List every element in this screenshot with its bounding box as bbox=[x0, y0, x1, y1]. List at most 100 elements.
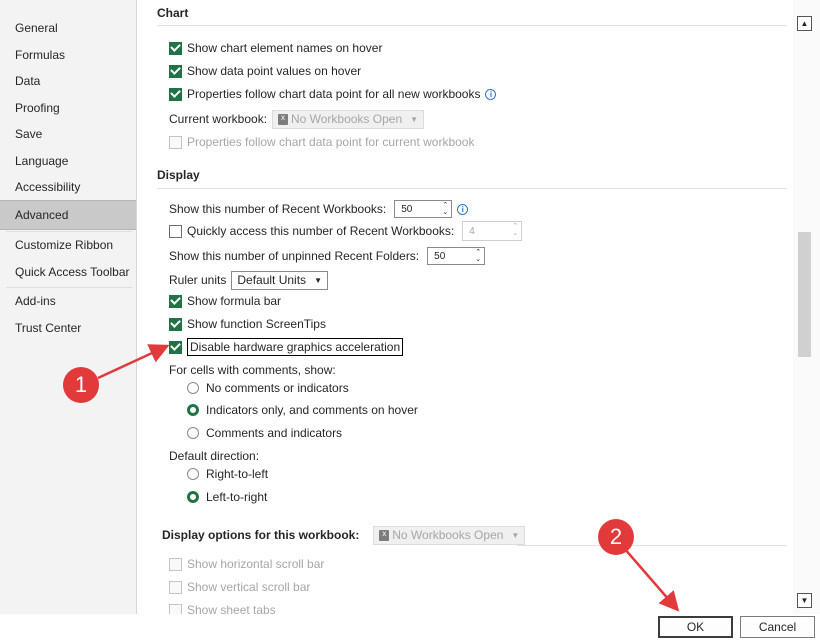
disable-hw-accel-row[interactable]: Disable hardware graphics acceleration bbox=[169, 337, 404, 357]
properties-follow-all-checkbox[interactable] bbox=[169, 87, 182, 101]
recent-workbooks-row: Show this number of Recent Workbooks: 50… bbox=[169, 199, 469, 219]
workbook-display-value: No Workbooks Open bbox=[392, 528, 504, 542]
sidebar-item-customize-ribbon[interactable]: Customize Ribbon bbox=[0, 232, 136, 258]
info-icon[interactable]: i bbox=[485, 88, 497, 100]
unpinned-folders-spinner[interactable]: 50 ⌃ ⌄ bbox=[427, 247, 486, 265]
section-divider bbox=[157, 25, 787, 26]
show-vertical-scroll-row: Show vertical scroll bar bbox=[169, 577, 310, 597]
quick-access-checkbox[interactable] bbox=[169, 224, 182, 238]
sidebar-item-general[interactable]: General bbox=[0, 15, 136, 41]
comments-option-none[interactable]: No comments or indicators bbox=[187, 378, 349, 398]
show-screentips-label: Show function ScreenTips bbox=[187, 317, 326, 331]
comments-none-radio[interactable] bbox=[187, 382, 199, 394]
current-workbook-row: Current workbook: No Workbooks Open ▼ bbox=[169, 109, 425, 129]
show-data-values-row[interactable]: Show data point values on hover bbox=[169, 61, 361, 81]
show-sheet-tabs-row: Show sheet tabs bbox=[169, 600, 276, 614]
annotation-badge-1: 1 bbox=[63, 367, 99, 403]
info-icon[interactable]: i bbox=[457, 203, 469, 215]
section-divider bbox=[517, 545, 787, 546]
unpinned-folders-row: Show this number of unpinned Recent Fold… bbox=[169, 246, 486, 266]
show-horizontal-scroll-checkbox bbox=[169, 557, 182, 571]
recent-workbooks-spinner[interactable]: 50 ⌃ ⌄ bbox=[394, 200, 453, 218]
ruler-units-dropdown[interactable]: Default Units ▼ bbox=[231, 270, 328, 290]
sidebar-item-data[interactable]: Data bbox=[0, 68, 136, 94]
sidebar-item-accessibility[interactable]: Accessibility bbox=[0, 174, 136, 200]
spinner-arrows-icon[interactable]: ⌃ ⌄ bbox=[442, 201, 448, 216]
disable-hw-accel-checkbox[interactable] bbox=[169, 340, 182, 354]
scrollbar-thumb[interactable] bbox=[798, 232, 811, 357]
excel-icon bbox=[278, 113, 288, 125]
current-workbook-label: Current workbook: bbox=[169, 112, 268, 126]
show-formula-bar-label: Show formula bar bbox=[187, 294, 282, 308]
recent-workbooks-value: 50 bbox=[401, 203, 413, 215]
quick-access-label: Quickly access this number of Recent Wor… bbox=[187, 224, 455, 238]
sidebar-item-formulas[interactable]: Formulas bbox=[0, 42, 136, 68]
chevron-down-icon: ▼ bbox=[314, 275, 322, 285]
show-element-names-checkbox[interactable] bbox=[169, 41, 182, 55]
direction-option-ltr[interactable]: Left-to-right bbox=[187, 487, 267, 507]
show-element-names-label: Show chart element names on hover bbox=[187, 41, 383, 55]
direction-rtl-label: Right-to-left bbox=[206, 467, 269, 481]
show-vertical-scroll-label: Show vertical scroll bar bbox=[187, 580, 311, 594]
direction-label: Default direction: bbox=[169, 449, 260, 463]
section-divider bbox=[157, 188, 787, 189]
options-sidebar: General Formulas Data Proofing Save Lang… bbox=[0, 0, 137, 614]
comments-label-row: For cells with comments, show: bbox=[169, 360, 336, 380]
direction-label-row: Default direction: bbox=[169, 446, 259, 466]
spinner-arrows-icon[interactable]: ⌃ ⌄ bbox=[475, 248, 481, 263]
recent-workbooks-label: Show this number of Recent Workbooks: bbox=[169, 202, 387, 216]
comments-all-label: Comments and indicators bbox=[206, 426, 343, 440]
show-data-values-label: Show data point values on hover bbox=[187, 64, 362, 78]
direction-rtl-radio[interactable] bbox=[187, 468, 199, 480]
ruler-units-row: Ruler units Default Units ▼ bbox=[169, 270, 328, 290]
unpinned-folders-label: Show this number of unpinned Recent Fold… bbox=[169, 249, 420, 263]
vertical-scrollbar[interactable]: ▲ ▼ bbox=[793, 0, 820, 614]
comments-option-all[interactable]: Comments and indicators bbox=[187, 423, 342, 443]
comments-all-radio[interactable] bbox=[187, 427, 199, 439]
current-workbook-value: No Workbooks Open bbox=[290, 112, 403, 126]
ruler-units-value: Default Units bbox=[237, 273, 307, 287]
show-formula-bar-checkbox[interactable] bbox=[169, 294, 182, 308]
annotation-badge-2: 2 bbox=[598, 519, 634, 555]
show-data-values-checkbox[interactable] bbox=[169, 64, 182, 78]
sidebar-item-proofing[interactable]: Proofing bbox=[0, 95, 136, 121]
show-sheet-tabs-checkbox bbox=[169, 603, 182, 614]
direction-ltr-label: Left-to-right bbox=[206, 490, 268, 504]
sidebar-item-advanced[interactable]: Advanced bbox=[0, 200, 136, 230]
quick-access-row[interactable]: Quickly access this number of Recent Wor… bbox=[169, 221, 523, 241]
scroll-up-icon[interactable]: ▲ bbox=[797, 16, 812, 31]
scroll-down-icon[interactable]: ▼ bbox=[797, 593, 812, 608]
current-workbook-dropdown[interactable]: No Workbooks Open ▼ bbox=[272, 109, 425, 129]
chart-section-title: Chart bbox=[157, 6, 189, 20]
sidebar-item-trust-center[interactable]: Trust Center bbox=[0, 315, 136, 341]
sidebar-item-add-ins[interactable]: Add-ins bbox=[0, 288, 136, 314]
comments-indicators-label: Indicators only, and comments on hover bbox=[206, 403, 418, 417]
cancel-button[interactable]: Cancel bbox=[740, 616, 815, 638]
direction-option-rtl[interactable]: Right-to-left bbox=[187, 464, 268, 484]
show-screentips-checkbox[interactable] bbox=[169, 317, 182, 331]
ruler-units-label: Ruler units bbox=[169, 273, 227, 287]
sidebar-item-language[interactable]: Language bbox=[0, 148, 136, 174]
sidebar-item-save[interactable]: Save bbox=[0, 121, 136, 147]
ok-button[interactable]: OK bbox=[658, 616, 733, 638]
chevron-down-icon: ▼ bbox=[410, 114, 419, 124]
display-section-title: Display bbox=[157, 168, 200, 182]
direction-ltr-radio[interactable] bbox=[187, 491, 199, 503]
show-element-names-row[interactable]: Show chart element names on hover bbox=[169, 38, 382, 58]
show-horizontal-scroll-row: Show horizontal scroll bar bbox=[169, 554, 324, 574]
quick-access-value: 4 bbox=[469, 225, 475, 237]
disable-hw-accel-label: Disable hardware graphics acceleration bbox=[187, 338, 404, 356]
show-sheet-tabs-label: Show sheet tabs bbox=[187, 603, 276, 614]
comments-none-label: No comments or indicators bbox=[206, 381, 349, 395]
comments-option-indicators[interactable]: Indicators only, and comments on hover bbox=[187, 400, 418, 420]
show-vertical-scroll-checkbox bbox=[169, 580, 182, 594]
unpinned-folders-value: 50 bbox=[434, 250, 446, 262]
quick-access-spinner: 4 ⌃ ⌄ bbox=[462, 221, 523, 241]
sidebar-item-quick-access-toolbar[interactable]: Quick Access Toolbar bbox=[0, 259, 136, 285]
show-formula-bar-row[interactable]: Show formula bar bbox=[169, 291, 281, 311]
comments-indicators-radio[interactable] bbox=[187, 404, 199, 416]
workbook-display-dropdown[interactable]: No Workbooks Open ▼ bbox=[373, 525, 526, 545]
properties-follow-current-label: Properties follow chart data point for c… bbox=[187, 135, 475, 149]
show-screentips-row[interactable]: Show function ScreenTips bbox=[169, 314, 326, 334]
properties-follow-all-row[interactable]: Properties follow chart data point for a… bbox=[169, 84, 497, 104]
